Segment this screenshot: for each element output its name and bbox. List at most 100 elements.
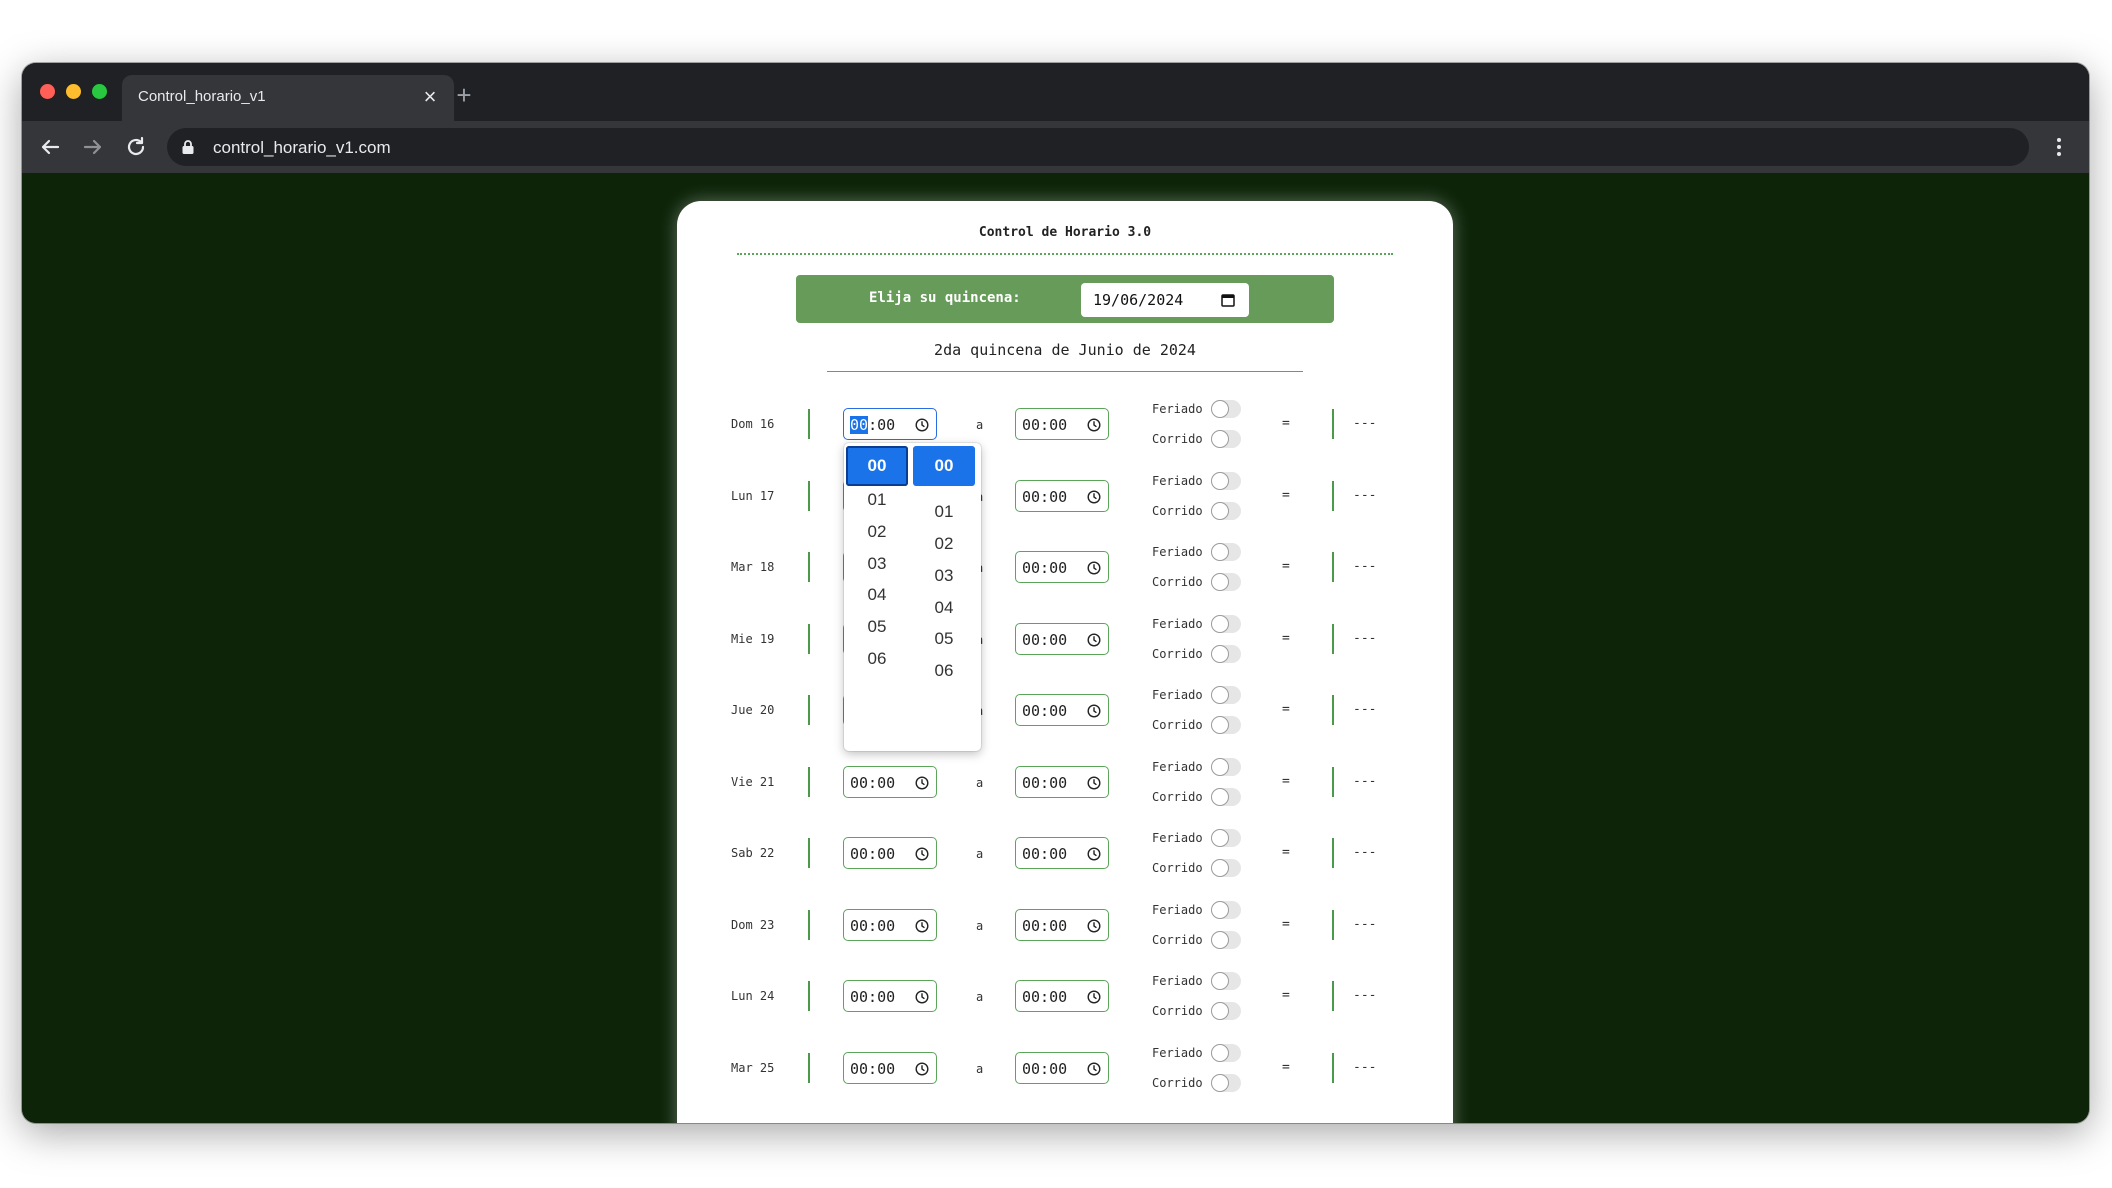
period-label: 2da quincena de Junio de 2024 xyxy=(934,341,1196,359)
date-input[interactable]: 19/06/2024 xyxy=(1081,283,1249,317)
lock-icon xyxy=(182,140,194,154)
row-divider xyxy=(808,1052,810,1083)
corrido-label: Corrido xyxy=(1152,932,1203,947)
forward-icon[interactable] xyxy=(79,133,107,161)
corrido-toggle[interactable] xyxy=(1211,787,1241,806)
end-time-input[interactable]: 00:00 xyxy=(1015,765,1109,798)
end-time-input[interactable]: 00:00 xyxy=(1015,479,1109,512)
corrido-toggle[interactable] xyxy=(1211,930,1241,949)
clock-icon[interactable] xyxy=(1087,632,1101,647)
maximize-window-button[interactable] xyxy=(92,84,107,99)
clock-icon[interactable] xyxy=(1087,703,1101,718)
clock-icon[interactable] xyxy=(1087,417,1101,432)
start-time-input[interactable]: 00:00 xyxy=(843,908,937,941)
minute-option[interactable]: 06 xyxy=(913,651,975,691)
start-time-input[interactable]: 00:00 xyxy=(843,837,937,869)
clock-icon[interactable] xyxy=(915,918,929,933)
quincena-selector: Elija su quincena: 19/06/2024 xyxy=(796,275,1334,323)
start-time-input[interactable]: 00:00 xyxy=(843,980,937,1012)
hour-segment-selected[interactable]: 00 xyxy=(850,416,869,434)
feriado-toggle[interactable] xyxy=(1211,1043,1241,1062)
end-time-input[interactable]: 00:00 xyxy=(1015,551,1109,583)
start-time-input[interactable]: 00:00 xyxy=(843,408,937,440)
end-time-value: 00:00 xyxy=(1022,559,1068,577)
clock-icon[interactable] xyxy=(1087,989,1101,1004)
new-tab-icon[interactable]: + xyxy=(450,82,478,110)
start-time-input[interactable]: 00:00 xyxy=(843,1051,937,1084)
corrido-toggle[interactable] xyxy=(1211,644,1241,663)
clock-icon[interactable] xyxy=(915,417,929,432)
clock-icon[interactable] xyxy=(1087,560,1101,575)
corrido-toggle[interactable] xyxy=(1211,501,1241,520)
date-value: 19/06/2024 xyxy=(1093,291,1184,309)
hours-result: --- xyxy=(1353,702,1377,717)
feriado-label: Feriado xyxy=(1152,402,1203,416)
feriado-toggle[interactable] xyxy=(1211,686,1241,704)
toggle-knob xyxy=(1211,716,1229,734)
feriado-toggle[interactable] xyxy=(1211,829,1241,847)
back-icon[interactable] xyxy=(36,133,64,161)
end-time-input[interactable]: 00:00 xyxy=(1015,622,1109,655)
hour-column[interactable]: 00 01 02 03 04 05 06 xyxy=(846,443,912,751)
feriado-toggle[interactable] xyxy=(1211,900,1241,919)
feriado-label: Feriado xyxy=(1152,688,1203,702)
feriado-toggle[interactable] xyxy=(1211,543,1241,561)
minute-column[interactable]: 00 01 02 03 04 05 06 xyxy=(913,443,979,751)
day-label: Lun 24 xyxy=(731,989,775,1003)
feriado-toggle[interactable] xyxy=(1211,972,1241,990)
clock-icon[interactable] xyxy=(1087,775,1101,790)
reload-icon[interactable] xyxy=(122,133,150,161)
clock-icon[interactable] xyxy=(915,775,929,790)
corrido-label: Corrido xyxy=(1152,861,1203,875)
title-bar: Control_horario_v1 × + xyxy=(22,63,2089,123)
day-label: Vie 21 xyxy=(731,774,775,789)
day-label: Lun 17 xyxy=(731,488,775,503)
corrido-toggle[interactable] xyxy=(1211,1002,1241,1020)
feriado-toggle[interactable] xyxy=(1211,757,1241,776)
kebab-menu-icon[interactable] xyxy=(2045,133,2073,161)
corrido-toggle[interactable] xyxy=(1211,859,1241,877)
hours-result: --- xyxy=(1353,988,1377,1003)
feriado-toggle[interactable] xyxy=(1211,471,1241,490)
hours-result: --- xyxy=(1353,487,1377,503)
end-time-input[interactable]: 00:00 xyxy=(1015,837,1109,869)
address-bar[interactable]: control_horario_v1.com xyxy=(167,128,2029,166)
row-divider xyxy=(1332,838,1334,868)
clock-icon[interactable] xyxy=(915,1061,929,1076)
start-time-input[interactable]: 00:00 xyxy=(843,765,937,798)
feriado-toggle[interactable] xyxy=(1211,400,1241,418)
row-divider xyxy=(1332,623,1334,654)
end-time-input[interactable]: 00:00 xyxy=(1015,980,1109,1012)
clock-icon[interactable] xyxy=(915,989,929,1004)
clock-icon[interactable] xyxy=(1087,846,1101,861)
end-time-input[interactable]: 00:00 xyxy=(1015,1051,1109,1084)
toggle-knob xyxy=(1211,930,1229,949)
clock-icon[interactable] xyxy=(1087,1061,1101,1076)
feriado-label: Feriado xyxy=(1152,473,1203,488)
toggle-knob xyxy=(1211,1073,1229,1092)
corrido-toggle[interactable] xyxy=(1211,430,1241,448)
corrido-toggle[interactable] xyxy=(1211,1073,1241,1092)
feriado-label: Feriado xyxy=(1152,1045,1203,1060)
feriado-toggle[interactable] xyxy=(1211,614,1241,633)
corrido-toggle[interactable] xyxy=(1211,573,1241,591)
end-time-input[interactable]: 00:00 xyxy=(1015,908,1109,941)
browser-tab[interactable]: Control_horario_v1 × xyxy=(122,75,454,123)
equals-sign: = xyxy=(1282,988,1290,1003)
minimize-window-button[interactable] xyxy=(66,84,81,99)
corrido-label: Corrido xyxy=(1152,789,1203,804)
calendar-icon[interactable] xyxy=(1221,293,1235,307)
minute-option[interactable]: 00 xyxy=(913,446,975,486)
toggle-knob xyxy=(1211,400,1229,418)
hour-option[interactable]: 06 xyxy=(846,639,908,679)
start-time-value: 00:00 xyxy=(850,916,896,935)
corrido-toggle[interactable] xyxy=(1211,716,1241,734)
end-time-input[interactable]: 00:00 xyxy=(1015,408,1109,440)
clock-icon[interactable] xyxy=(915,846,929,861)
close-window-button[interactable] xyxy=(40,84,55,99)
end-time-input[interactable]: 00:00 xyxy=(1015,694,1109,726)
clock-icon[interactable] xyxy=(1087,489,1101,504)
clock-icon[interactable] xyxy=(1087,918,1101,933)
feriado-label: Feriado xyxy=(1152,831,1203,845)
close-tab-icon[interactable]: × xyxy=(420,86,440,108)
